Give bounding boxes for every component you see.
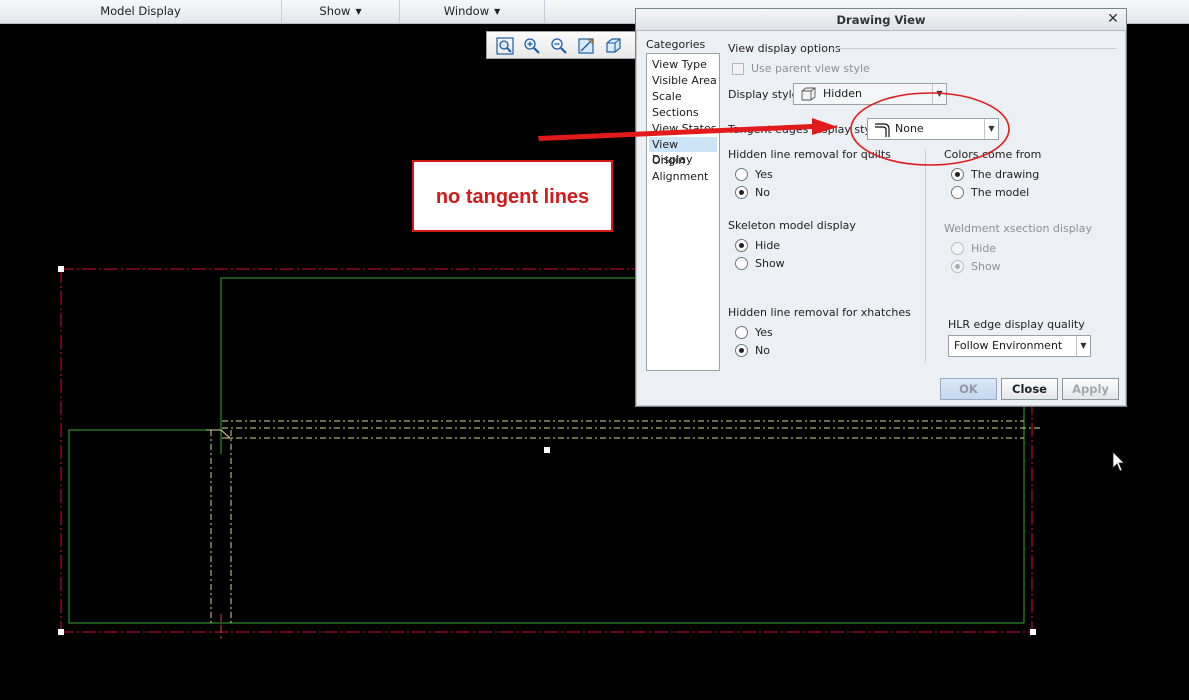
weldment-show-label: Show [971,260,1001,273]
chevron-down-icon: ▼ [932,84,946,104]
hlr-xhatch-no-radio[interactable] [735,344,748,357]
skeleton-label: Skeleton model display [728,219,856,232]
tangent-edges-select[interactable]: None ▼ [867,118,999,140]
colors-model-label: The model [971,186,1030,199]
category-sections[interactable]: Sections [649,105,717,120]
tangent-edges-label: Tangent edges display style [728,123,881,136]
annotation-callout: no tangent lines [412,160,613,232]
weldment-hide-label: Hide [971,242,997,255]
colors-drawing-label: The drawing [971,168,1040,181]
repaint-icon[interactable] [576,36,596,56]
menu-model-display[interactable]: Model Display [0,0,282,24]
category-view-type[interactable]: View Type [649,57,717,72]
weldment-hide-radio[interactable] [951,242,964,255]
display-style-label: Display style [728,88,799,101]
column-divider [925,149,926,363]
menu-window-label: Window [443,4,490,18]
tangent-edges-value: None [895,122,924,135]
hlr-quilts-no-radio[interactable] [735,186,748,199]
caret-down-icon: ▼ [494,7,501,16]
tangent-none-icon [875,123,890,137]
colors-drawing-radio[interactable] [951,168,964,181]
hidden-style-icon [801,87,816,101]
zoom-out-icon[interactable] [549,36,569,56]
section-divider [831,48,1116,49]
model-edge-lower [68,406,1025,624]
drawing-view-dialog: Drawing View ✕ Categories View Type Visi… [635,8,1127,407]
display-style-value: Hidden [823,87,863,100]
chevron-down-icon: ▼ [1076,336,1090,356]
selection-handle[interactable] [58,266,64,272]
skeleton-hide-radio[interactable] [735,239,748,252]
category-scale[interactable]: Scale [649,89,717,104]
apply-button[interactable]: Apply [1062,378,1119,400]
chevron-down-icon: ▼ [984,119,998,139]
hlr-xhatch-no-label: No [755,344,770,357]
dialog-title: Drawing View [636,9,1126,31]
menu-show-label: Show [319,4,351,18]
hlr-quality-select[interactable]: Follow Environment ▼ [948,335,1091,357]
display-style-select[interactable]: Hidden ▼ [793,83,947,105]
chamfer-edge [206,429,232,439]
ok-button[interactable]: OK [940,378,997,400]
hlr-quilts-label: Hidden line removal for quilts [728,148,891,161]
use-parent-style-checkbox[interactable] [732,63,744,75]
skeleton-show-radio[interactable] [735,257,748,270]
weldment-show-radio[interactable] [951,260,964,273]
weldment-label: Weldment xsection display [944,222,1092,235]
category-view-states[interactable]: View States [649,121,717,136]
use-parent-style-label: Use parent view style [751,62,870,75]
category-origin[interactable]: Origin [649,153,717,168]
display-style-icon[interactable] [603,36,623,56]
hlr-xhatch-yes-radio[interactable] [735,326,748,339]
menu-window[interactable]: Window ▼ [400,0,545,24]
skeleton-hide-label: Hide [755,239,781,252]
menu-show[interactable]: Show ▼ [282,0,400,24]
section-title: View display options [728,42,841,55]
caret-down-icon: ▼ [355,7,362,16]
hlr-xhatch-label: Hidden line removal for xhatches [728,306,911,319]
skeleton-show-label: Show [755,257,785,270]
category-alignment[interactable]: Alignment [649,169,717,184]
colors-from-label: Colors come from [944,148,1042,161]
categories-list: View Type Visible Area Scale Sections Vi… [646,53,720,371]
hlr-quality-label: HLR edge display quality [948,318,1085,331]
category-view-display[interactable]: View Display [649,137,717,166]
hlr-quality-value: Follow Environment [954,339,1063,352]
colors-model-radio[interactable] [951,186,964,199]
graphics-toolbar [486,31,636,59]
hlr-quilts-yes-label: Yes [755,168,773,181]
categories-label: Categories [646,38,706,51]
close-icon[interactable]: ✕ [1106,12,1120,26]
category-visible-area[interactable]: Visible Area [649,73,717,88]
hlr-xhatch-yes-label: Yes [755,326,773,339]
selection-handle[interactable] [544,447,550,453]
selection-handle[interactable] [58,629,64,635]
zoom-in-icon[interactable] [522,36,542,56]
hlr-quilts-yes-radio[interactable] [735,168,748,181]
close-button[interactable]: Close [1001,378,1058,400]
selection-handle[interactable] [1030,629,1036,635]
hlr-quilts-no-label: No [755,186,770,199]
menu-model-display-label: Model Display [100,4,181,18]
zoom-fit-icon[interactable] [495,36,515,56]
